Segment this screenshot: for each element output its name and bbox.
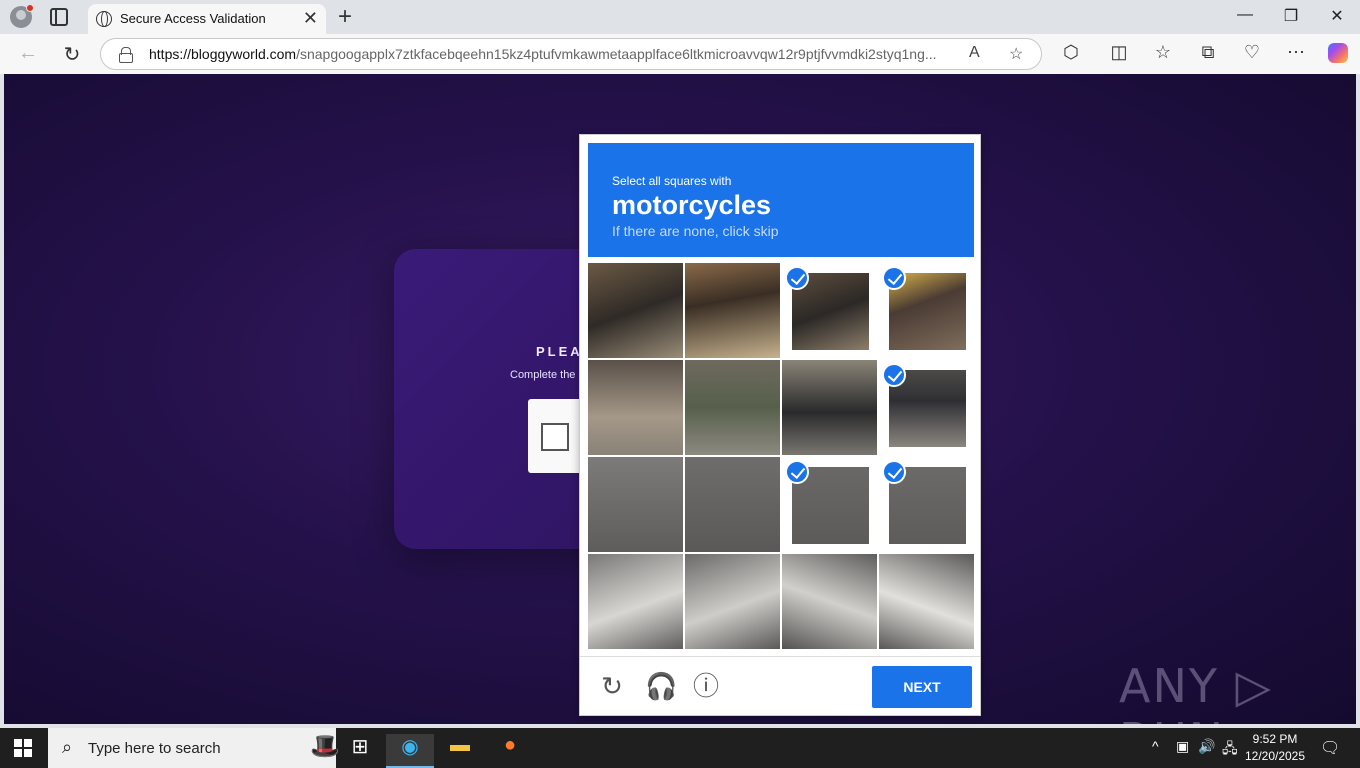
captcha-tile[interactable] [879, 263, 974, 358]
info-icon[interactable]: ⓘ [692, 672, 720, 700]
network-icon[interactable]: 🖧 [1222, 738, 1238, 762]
tile-image [588, 360, 683, 455]
globe-icon [96, 11, 112, 27]
captcha-header: Select all squares with motorcycles If t… [588, 143, 974, 257]
browser-toolbar: ← ↻ https://bloggyworld.com/snapgoogappl… [0, 34, 1360, 74]
search-icon: ⌕ [62, 737, 73, 757]
taskbar-search[interactable]: ⌕ Type here to search 🎩 [48, 728, 340, 768]
tile-image [588, 263, 683, 358]
firefox-icon[interactable]: ● [486, 734, 534, 768]
captcha-hint: If there are none, click skip [612, 223, 779, 239]
tile-image [782, 360, 877, 455]
tile-image [685, 360, 780, 455]
captcha-tile[interactable] [588, 263, 683, 358]
captcha-grid [588, 263, 974, 649]
copilot-icon[interactable] [1328, 43, 1348, 63]
collections-icon[interactable]: ⧉ [1196, 42, 1220, 63]
edge-taskbar-icon[interactable]: ◉ [386, 734, 434, 768]
selected-check-icon [785, 460, 809, 484]
system-clock[interactable]: 9:52 PM 12/20/2025 [1240, 731, 1310, 765]
refresh-icon[interactable]: ↻ [60, 42, 84, 67]
captcha-tile[interactable] [782, 554, 877, 649]
tile-image [588, 457, 683, 552]
tray-overflow-icon[interactable]: ^ [1152, 738, 1159, 754]
lock-icon[interactable] [119, 47, 133, 63]
more-menu-icon[interactable]: ⋯ [1284, 42, 1308, 63]
captcha-target: motorcycles [612, 190, 772, 220]
minimize-button[interactable]: — [1222, 6, 1268, 24]
active-tab[interactable]: Secure Access Validation ✕ [88, 4, 326, 34]
selected-check-icon [785, 266, 809, 290]
favorite-star-icon[interactable]: ☆ [1009, 44, 1023, 64]
audio-challenge-icon[interactable]: 🎧 [645, 672, 677, 700]
clock-date: 12/20/2025 [1244, 749, 1306, 763]
captcha-tile[interactable] [685, 263, 780, 358]
windows-start-icon[interactable] [14, 739, 32, 757]
captcha-tile[interactable] [879, 554, 974, 649]
extensions-icon[interactable]: ⬡ [1059, 42, 1083, 63]
tile-image [782, 554, 877, 649]
captcha-tile[interactable] [685, 360, 780, 455]
tab-actions-icon[interactable] [50, 8, 68, 26]
captcha-tile[interactable] [879, 360, 974, 455]
address-bar[interactable]: https://bloggyworld.com/snapgoogapplx7zt… [100, 38, 1042, 70]
read-aloud-icon[interactable]: A [969, 44, 980, 62]
tab-bar: Secure Access Validation ✕ + — ❐ ✕ [0, 0, 1360, 34]
captcha-footer: ↻ 🎧 ⓘ NEXT [580, 656, 980, 716]
new-tab-button[interactable]: + [338, 3, 352, 31]
taskbar: ⌕ Type here to search 🎩 ⊞ ◉ ▬ ● ^ ▣ 🔊 🖧 … [0, 728, 1360, 768]
meet-now-icon[interactable]: ▣ [1176, 738, 1189, 755]
file-explorer-icon[interactable]: ▬ [436, 734, 484, 768]
bg-subtext: Complete the [510, 369, 576, 381]
captcha-dialog: Select all squares with motorcycles If t… [579, 134, 981, 716]
search-placeholder: Type here to search [88, 740, 221, 757]
captcha-tile[interactable] [588, 554, 683, 649]
captcha-tile[interactable] [782, 263, 877, 358]
tile-image [879, 554, 974, 649]
bg-checkbox[interactable] [541, 423, 569, 451]
task-view-icon[interactable]: ⊞ [336, 734, 384, 768]
captcha-tile[interactable] [588, 360, 683, 455]
restore-button[interactable]: ❐ [1268, 6, 1314, 26]
captcha-instruction: Select all squares with [612, 174, 732, 188]
captcha-tile[interactable] [782, 360, 877, 455]
page-viewport: PLEASE Complete the Select all squares w… [4, 74, 1356, 724]
url-text: https://bloggyworld.com/snapgoogapplx7zt… [149, 46, 937, 62]
split-screen-icon[interactable]: ◫ [1107, 42, 1131, 63]
tab-close-icon[interactable]: ✕ [303, 8, 318, 29]
captcha-tile[interactable] [588, 457, 683, 552]
favorites-icon[interactable]: ☆ [1151, 42, 1175, 63]
captcha-tile[interactable] [685, 457, 780, 552]
notification-dot [26, 4, 34, 12]
back-arrow-icon[interactable]: ← [16, 42, 40, 65]
selected-check-icon [882, 266, 906, 290]
clock-time: 9:52 PM [1252, 732, 1298, 746]
window-close-button[interactable]: ✕ [1314, 6, 1360, 26]
tab-title: Secure Access Validation [120, 11, 266, 26]
selected-check-icon [882, 363, 906, 387]
browser-essentials-icon[interactable]: ♡ [1240, 42, 1264, 63]
reload-icon[interactable]: ↻ [598, 672, 626, 700]
tile-image [685, 554, 780, 649]
notifications-icon[interactable]: 🗨 [1320, 738, 1340, 758]
captcha-tile[interactable] [685, 554, 780, 649]
next-button[interactable]: NEXT [872, 666, 972, 708]
tile-image [588, 554, 683, 649]
tile-image [685, 263, 780, 358]
volume-icon[interactable]: 🔊 [1198, 738, 1215, 755]
selected-check-icon [882, 460, 906, 484]
anyrun-watermark: ANY ▷ RUN [1119, 659, 1273, 724]
tile-image [685, 457, 780, 552]
captcha-tile[interactable] [879, 457, 974, 552]
profile-icon[interactable] [10, 4, 34, 28]
captcha-tile[interactable] [782, 457, 877, 552]
